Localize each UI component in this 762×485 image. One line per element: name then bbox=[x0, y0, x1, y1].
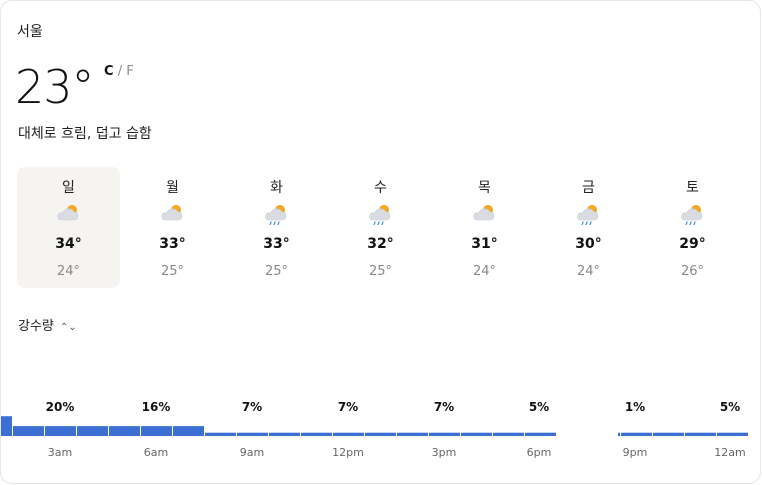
day-name: 금 bbox=[582, 180, 595, 196]
high-temp: 33° bbox=[263, 236, 290, 252]
precip-bar bbox=[237, 432, 268, 436]
rain-cloud-icon bbox=[679, 201, 705, 226]
unit-separator: / bbox=[117, 64, 123, 79]
high-temp: 32° bbox=[367, 236, 394, 252]
daily-forecast: 일 34° 24° 월 33° 25° 화 33° 25° 수 32° 25° 목 31° 24° 금 3… bbox=[17, 167, 745, 288]
forecast-day-1[interactable]: 월 33° 25° bbox=[121, 167, 224, 288]
precip-bar bbox=[1, 416, 12, 436]
precipitation-chart: 20% 16% 7% 7% 7% 5% 1% 5% 3am 6am 9am 12pm 3pm 6pm 9pm… bbox=[1, 400, 748, 459]
low-temp: 25° bbox=[264, 264, 289, 279]
current-temperature: 23° bbox=[15, 60, 95, 114]
low-temp: 24° bbox=[576, 264, 601, 279]
precip-bar bbox=[493, 432, 524, 436]
precip-bar bbox=[429, 432, 460, 436]
precip-bar bbox=[45, 426, 76, 436]
weather-condition: 대체로 흐림, 덥고 습함 bbox=[18, 126, 152, 142]
day-name: 월 bbox=[166, 180, 179, 196]
chart-gap bbox=[556, 421, 618, 441]
precip-bar bbox=[269, 432, 300, 436]
x-tick-label: 9pm bbox=[623, 446, 648, 459]
rain-cloud-icon bbox=[367, 201, 393, 226]
low-temp: 25° bbox=[160, 264, 185, 279]
high-temp: 31° bbox=[471, 236, 498, 252]
x-tick-label: 6pm bbox=[527, 446, 552, 459]
partly-cloudy-icon bbox=[471, 201, 497, 225]
precip-bar bbox=[525, 432, 556, 436]
rain-cloud-icon bbox=[575, 201, 601, 226]
x-tick-label: 9am bbox=[240, 446, 264, 459]
precip-bar bbox=[109, 426, 140, 436]
low-temp: 26° bbox=[680, 264, 705, 279]
weather-card: 서울 23° C / F 대체로 흐림, 덥고 습함 일 34° 24° 월 33° 25… bbox=[0, 0, 761, 484]
x-tick-label: 3pm bbox=[432, 446, 457, 459]
unit-fahrenheit[interactable]: F bbox=[126, 64, 133, 79]
chevron-updown-icon: ⌃⌄ bbox=[59, 322, 77, 333]
day-name: 화 bbox=[270, 180, 283, 196]
precip-bar bbox=[621, 432, 652, 436]
day-name: 수 bbox=[374, 180, 387, 196]
precip-bar bbox=[141, 426, 172, 436]
precip-bar bbox=[77, 426, 108, 436]
rain-cloud-icon bbox=[263, 201, 289, 226]
high-temp: 34° bbox=[55, 236, 82, 252]
partly-cloudy-icon bbox=[159, 201, 185, 225]
precip-bar bbox=[397, 432, 428, 436]
precip-value-label: 5% bbox=[529, 400, 549, 414]
forecast-day-0[interactable]: 일 34° 24° bbox=[17, 167, 120, 288]
x-tick-label: 6am bbox=[144, 446, 168, 459]
precip-bar bbox=[13, 426, 44, 436]
high-temp: 33° bbox=[159, 236, 186, 252]
precip-value-label: 7% bbox=[434, 400, 454, 414]
precip-bar bbox=[365, 432, 396, 436]
forecast-day-6[interactable]: 토 29° 26° bbox=[641, 167, 744, 288]
low-temp: 24° bbox=[472, 264, 497, 279]
partly-cloudy-icon bbox=[55, 201, 81, 225]
x-tick-label: 12pm bbox=[332, 446, 364, 459]
low-temp: 25° bbox=[368, 264, 393, 279]
precip-value-label: 5% bbox=[720, 400, 740, 414]
high-temp: 29° bbox=[679, 236, 706, 252]
day-name: 일 bbox=[62, 180, 75, 196]
precip-bar bbox=[333, 432, 364, 436]
precip-bar bbox=[301, 432, 332, 436]
metric-label: 강수량 bbox=[18, 319, 54, 334]
forecast-day-4[interactable]: 목 31° 24° bbox=[433, 167, 536, 288]
forecast-day-5[interactable]: 금 30° 24° bbox=[537, 167, 640, 288]
unit-celsius[interactable]: C bbox=[104, 64, 114, 79]
precip-bar bbox=[461, 432, 492, 436]
x-tick-label: 12am bbox=[714, 446, 745, 459]
low-temp: 24° bbox=[56, 264, 81, 279]
precip-value-label: 20% bbox=[46, 400, 75, 414]
unit-toggle: C / F bbox=[104, 64, 134, 79]
precip-bar bbox=[205, 432, 236, 436]
precip-bar bbox=[173, 426, 204, 436]
precip-value-label: 7% bbox=[242, 400, 262, 414]
day-name: 토 bbox=[686, 180, 699, 196]
forecast-day-3[interactable]: 수 32° 25° bbox=[329, 167, 432, 288]
day-name: 목 bbox=[478, 180, 491, 196]
precip-bar bbox=[653, 432, 684, 436]
precip-bar bbox=[717, 432, 748, 436]
x-tick-label: 3am bbox=[48, 446, 72, 459]
forecast-day-2[interactable]: 화 33° 25° bbox=[225, 167, 328, 288]
location-name: 서울 bbox=[17, 24, 43, 40]
precip-value-label: 7% bbox=[338, 400, 358, 414]
metric-selector[interactable]: 강수량 ⌃⌄ bbox=[18, 315, 77, 334]
high-temp: 30° bbox=[575, 236, 602, 252]
precip-value-label: 16% bbox=[142, 400, 171, 414]
precip-value-label: 1% bbox=[625, 400, 645, 414]
precip-bar bbox=[685, 432, 716, 436]
